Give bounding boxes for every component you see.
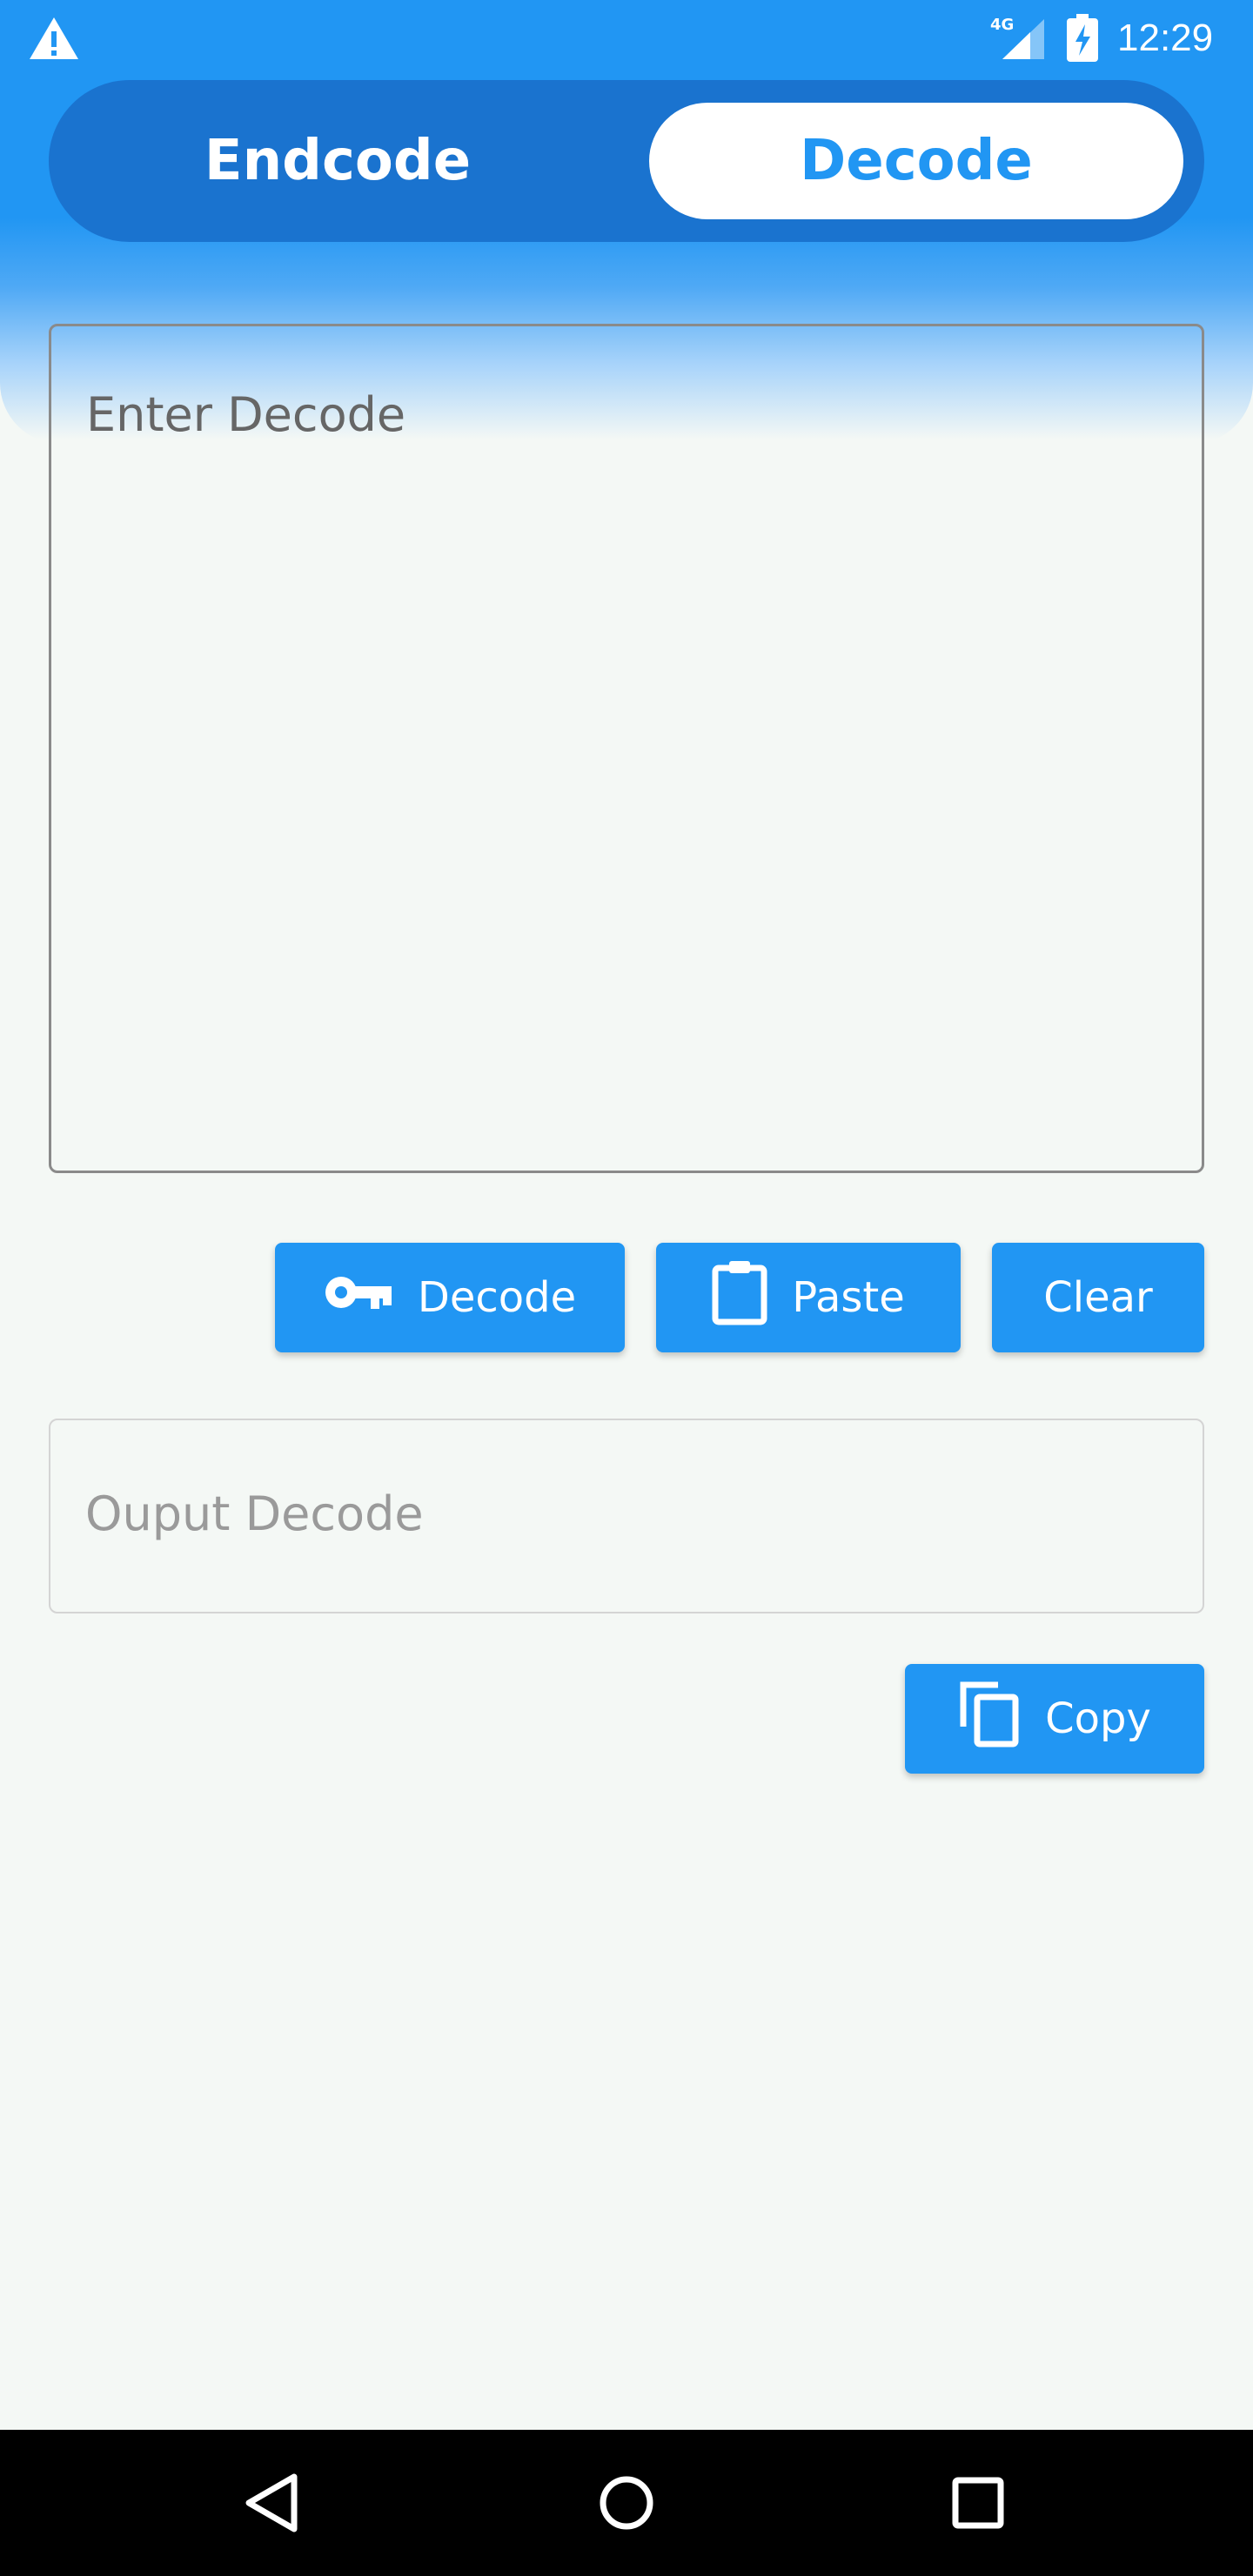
paste-button-label: Paste xyxy=(792,1273,905,1322)
decode-button-label: Decode xyxy=(417,1273,577,1322)
tab-decode[interactable]: Decode xyxy=(649,103,1183,219)
copy-icon xyxy=(958,1680,1021,1758)
back-icon[interactable] xyxy=(233,2461,317,2545)
recents-icon[interactable] xyxy=(936,2461,1020,2545)
signal-icon: 4G xyxy=(990,16,1044,59)
decode-button[interactable]: Decode xyxy=(275,1243,625,1352)
tab-encode[interactable]: Endcode xyxy=(49,80,626,242)
status-time: 12:29 xyxy=(1117,17,1214,59)
copy-button-label: Copy xyxy=(1045,1694,1151,1743)
decode-input-placeholder: Enter Decode xyxy=(86,387,406,442)
status-bar: 4G 12:29 xyxy=(0,0,1253,78)
home-icon[interactable] xyxy=(585,2461,668,2545)
navigation-bar xyxy=(0,2430,1253,2576)
mode-toggle: Endcode Decode xyxy=(49,80,1204,242)
warning-icon xyxy=(30,17,78,59)
key-icon xyxy=(324,1273,393,1322)
copy-button[interactable]: Copy xyxy=(905,1664,1204,1774)
clear-button-label: Clear xyxy=(1043,1273,1153,1322)
paste-button[interactable]: Paste xyxy=(656,1243,961,1352)
decode-output-placeholder: Ouput Decode xyxy=(85,1486,424,1541)
clipboard-icon xyxy=(712,1259,767,1336)
decode-output-field[interactable]: Ouput Decode xyxy=(49,1419,1204,1613)
decode-input[interactable]: Enter Decode xyxy=(49,324,1204,1173)
clear-button[interactable]: Clear xyxy=(992,1243,1204,1352)
battery-charging-icon xyxy=(1067,14,1098,62)
network-type-label: 4G xyxy=(990,16,1014,34)
